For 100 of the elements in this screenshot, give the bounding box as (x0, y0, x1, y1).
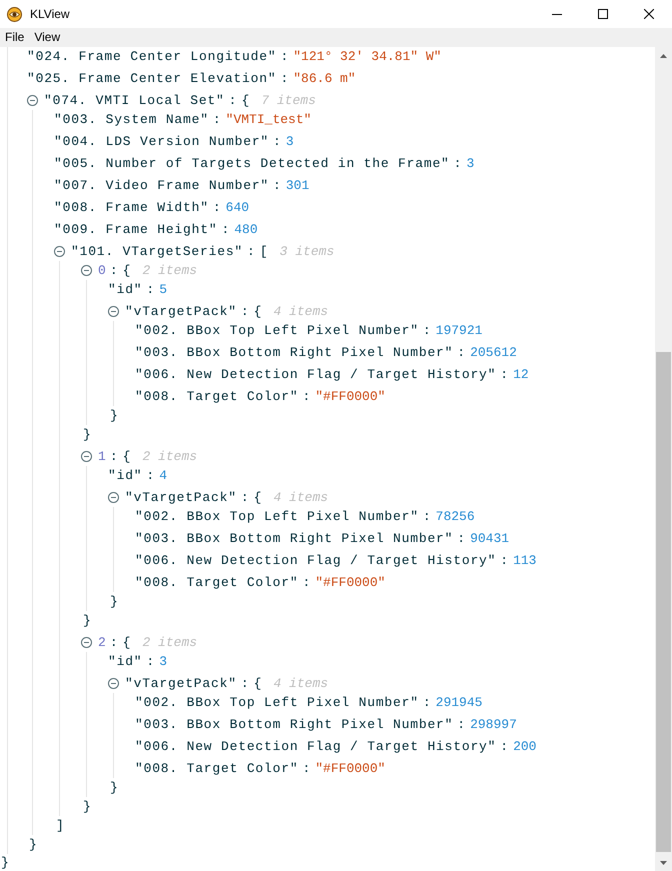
index-text: 0 (98, 262, 106, 280)
colon: : (422, 508, 431, 526)
key-text: "005. Number of Targets Detected in the Frame" (54, 155, 450, 173)
minus-circle-icon[interactable] (81, 265, 92, 276)
number-value: 113 (513, 552, 536, 570)
number-value: 5 (159, 281, 168, 299)
colon: : (110, 448, 118, 466)
open-brace: { (122, 448, 130, 466)
menu-item[interactable]: File (0, 28, 30, 47)
eye-icon (7, 6, 22, 22)
scrollbar-thumb[interactable] (656, 352, 671, 852)
string-value: "VMTI_test" (226, 111, 312, 129)
colon: : (240, 675, 249, 693)
colon: : (146, 467, 154, 485)
minus-circle-icon[interactable] (108, 492, 119, 503)
close-brace: } (83, 612, 91, 630)
key-text: "007. Video Frame Number" (54, 177, 270, 195)
string-value: "#FF0000" (315, 760, 386, 778)
colon: : (146, 281, 154, 299)
key-text: "id" (108, 653, 142, 671)
key-text: "006. New Detection Flag / Target History" (135, 552, 496, 570)
number-value: 3 (466, 155, 474, 173)
open-brace: { (241, 92, 250, 110)
close-brace: } (110, 593, 118, 611)
index-text: 1 (98, 448, 106, 466)
open-brace: { (254, 303, 262, 321)
minus-circle-icon[interactable] (54, 246, 65, 257)
item-count: 2 items (142, 634, 198, 652)
scrollbar[interactable] (655, 47, 672, 871)
open-bracket: [ (260, 243, 268, 261)
colon: : (212, 111, 221, 129)
colon: : (247, 243, 255, 261)
key-text: "002. BBox Top Left Pixel Number" (135, 694, 419, 712)
close-icon (644, 9, 654, 19)
colon: : (500, 552, 508, 570)
colon: : (280, 48, 288, 66)
maximize-icon (598, 9, 608, 19)
close-brace: } (110, 779, 118, 797)
key-text: "002. BBox Top Left Pixel Number" (135, 508, 419, 526)
key-text: "004. LDS Version Number" (54, 133, 270, 151)
close-brace: } (83, 798, 91, 816)
item-count: 2 items (142, 448, 198, 466)
colon: : (457, 530, 466, 548)
item-count: 3 items (280, 243, 334, 261)
number-value: 4 (159, 467, 168, 485)
key-text: "006. New Detection Flag / Target History" (135, 738, 496, 756)
string-value: "#FF0000" (315, 574, 386, 592)
down-arrow-icon (660, 860, 667, 864)
minus-circle-icon[interactable] (27, 95, 38, 106)
key-text: "id" (108, 467, 142, 485)
key-text: "074. VMTI Local Set" (44, 92, 225, 110)
close-brace: } (1, 854, 9, 871)
minus-circle-icon[interactable] (81, 637, 92, 648)
number-value: 3 (286, 133, 294, 151)
colon: : (454, 155, 462, 173)
key-text: "003. BBox Bottom Right Pixel Number" (135, 530, 454, 548)
key-text: "003. BBox Bottom Right Pixel Number" (135, 716, 454, 734)
colon: : (457, 344, 466, 362)
minus-circle-icon[interactable] (108, 306, 119, 317)
number-value: 640 (226, 199, 250, 217)
key-text: "006. New Detection Flag / Target History" (135, 366, 496, 384)
key-text: "024. Frame Center Longitude" (27, 48, 276, 66)
colon: : (110, 262, 118, 280)
up-arrow-icon (660, 54, 667, 58)
key-text: "vTargetPack" (125, 303, 237, 321)
string-value: "#FF0000" (315, 388, 386, 406)
open-brace: { (122, 634, 130, 652)
number-value: 12 (513, 366, 529, 384)
colon: : (302, 574, 310, 592)
minus-circle-icon[interactable] (108, 678, 119, 689)
colon: : (302, 388, 310, 406)
number-value: 200 (513, 738, 536, 756)
key-text: "009. Frame Height" (54, 221, 218, 239)
colon: : (280, 70, 288, 88)
open-brace: { (254, 675, 262, 693)
colon: : (500, 738, 508, 756)
menu-item[interactable]: View (29, 28, 66, 47)
key-text: "101. VTargetSeries" (71, 243, 244, 261)
string-value: "86.6 m" (293, 70, 356, 88)
colon: : (240, 489, 249, 507)
index-text: 2 (98, 634, 106, 652)
colon: : (457, 716, 466, 734)
colon: : (273, 177, 281, 195)
colon: : (422, 694, 431, 712)
key-text: "025. Frame Center Elevation" (27, 70, 276, 88)
colon: : (110, 634, 118, 652)
number-value: 197921 (436, 322, 482, 340)
open-brace: { (122, 262, 130, 280)
item-count: 4 items (273, 303, 328, 321)
key-text: "vTargetPack" (125, 489, 237, 507)
colon: : (240, 303, 249, 321)
item-count: 4 items (273, 675, 328, 693)
key-text: "008. Frame Width" (54, 199, 209, 217)
colon: : (228, 92, 236, 110)
close-brace: } (83, 426, 91, 444)
key-text: "008. Target Color" (135, 388, 298, 406)
number-value: 291945 (436, 694, 482, 712)
minus-circle-icon[interactable] (81, 451, 92, 462)
item-count: 2 items (142, 262, 198, 280)
key-text: "003. BBox Bottom Right Pixel Number" (135, 344, 454, 362)
